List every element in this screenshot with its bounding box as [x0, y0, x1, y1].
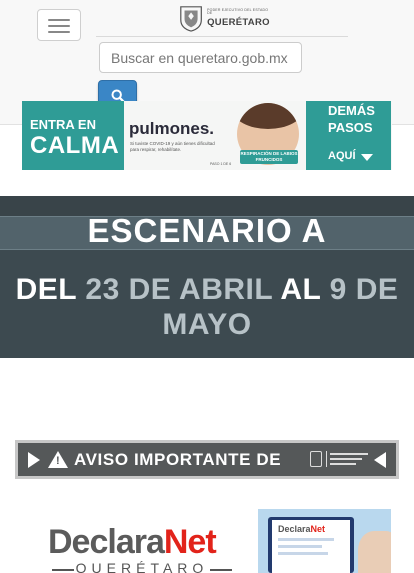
- logo-small-text: PODER EJECUTIVO DEL ESTADO DE: [207, 7, 269, 16]
- menu-toggle-button[interactable]: [37, 9, 81, 41]
- banner-left-line1: ENTRA EN: [30, 117, 96, 132]
- play-arrow-icon: [28, 452, 40, 468]
- banner-step: PASO 1 DE 6: [210, 162, 232, 166]
- banner-left-line2: CALMA: [30, 132, 120, 159]
- aviso-banner[interactable]: AVISO IMPORTANTE DE: [15, 440, 399, 479]
- page: PODER EJECUTIVO DEL ESTADO DE QUERÉTARO …: [0, 0, 414, 573]
- state-seal-icon: [180, 6, 202, 32]
- warning-icon: [48, 451, 68, 468]
- declaranet-banner[interactable]: DeclaraNet QUERÉTARO DeclaraNet: [22, 509, 391, 573]
- back-arrow-icon: [374, 452, 386, 468]
- declaranet-logo-part1: Declara: [48, 523, 165, 561]
- banner-heading: pulmones.: [129, 119, 215, 138]
- scenario-end-date-month: MAYO: [162, 308, 252, 341]
- menu-bar-icon: [48, 31, 70, 33]
- scenario-al: AL: [280, 273, 321, 306]
- scenario-banner[interactable]: ESCENARIO A DEL 23 DE ABRIL AL 9 DE MAYO: [0, 196, 414, 358]
- secretaria-logo: [310, 450, 370, 470]
- scenario-title: ESCENARIO A: [87, 212, 327, 249]
- laptop-photo-image: DeclaraNet: [258, 509, 391, 573]
- site-logo[interactable]: PODER EJECUTIVO DEL ESTADO DE QUERÉTARO: [178, 2, 270, 34]
- banner-right-line3: AQUÍ: [328, 150, 356, 162]
- laptop-screen: DeclaraNet: [272, 520, 350, 573]
- search-input[interactable]: [99, 42, 302, 73]
- scenario-start-date: 23 DE ABRIL: [85, 273, 273, 306]
- scenario-end-date-num: 9 DE: [329, 273, 399, 306]
- down-arrow-icon: [361, 154, 373, 161]
- banner-right-line1: DEMÁS: [328, 103, 375, 118]
- scenario-dates: DEL 23 DE ABRIL AL 9 DE MAYO: [0, 272, 414, 342]
- aviso-text: AVISO IMPORTANTE DE: [74, 450, 282, 469]
- banner-right-panel: DEMÁS PASOS AQUÍ: [306, 101, 391, 170]
- logo-big-text: QUERÉTARO: [207, 16, 270, 28]
- covid-rehab-banner[interactable]: ENTRA EN CALMA pulmones. Si tuviste COVI…: [22, 101, 392, 170]
- declaranet-logo-part2: Net: [163, 523, 217, 561]
- declaranet-logo: DeclaraNet: [48, 523, 217, 561]
- banner-badge: RESPIRACIÓN DE LABIOS FRUNCIDOS: [240, 150, 298, 164]
- banner-subtext: Si tuviste COVID-19 y aún tienes dificul…: [130, 141, 215, 152]
- screen-logo: DeclaraNet: [278, 524, 326, 534]
- banner-right-line2: PASOS: [328, 120, 373, 135]
- logo-text: PODER EJECUTIVO DEL ESTADO DE QUERÉTARO: [207, 7, 270, 28]
- menu-bar-icon: [48, 19, 70, 21]
- menu-bar-icon: [48, 25, 70, 27]
- declaranet-subtitle: QUERÉTARO: [52, 560, 232, 573]
- banner-left-panel: ENTRA EN CALMA: [22, 101, 124, 170]
- hand-image: [358, 531, 391, 573]
- scenario-del: DEL: [15, 273, 77, 306]
- divider: [96, 36, 348, 37]
